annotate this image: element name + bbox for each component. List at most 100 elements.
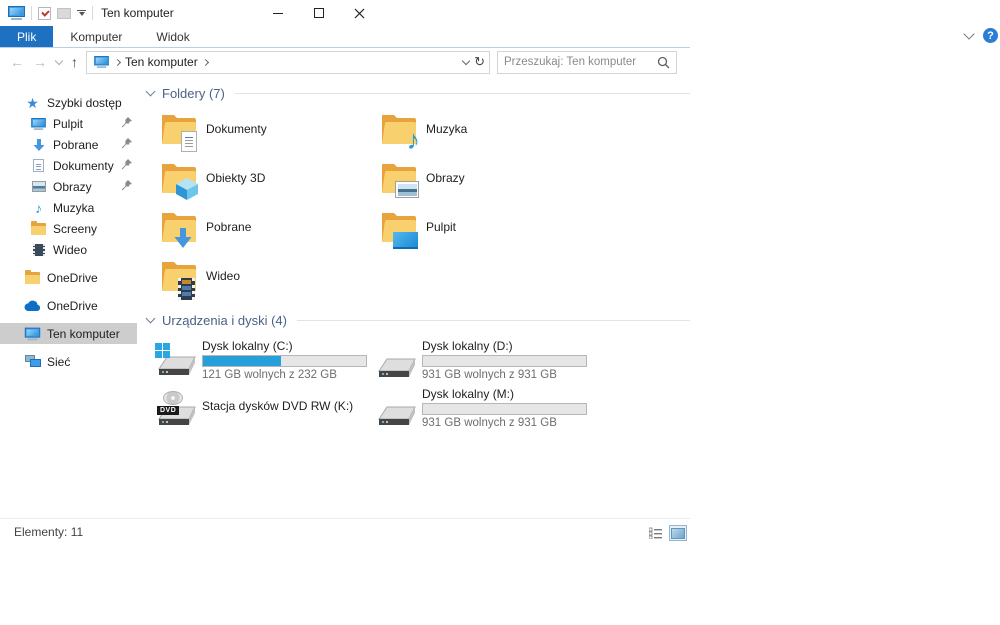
back-button[interactable]: ← [10,54,24,70]
drive-tile-m[interactable]: Dysk lokalny (M:) 931 GB wolnych z 931 G… [375,387,595,435]
navigation-pane: ★ Szybki dostęp Pulpit Pobrane Dokumenty… [0,76,137,545]
pin-icon [121,179,132,194]
picture-icon [30,181,47,192]
sidebar-item-label: Szybki dostęp [47,95,122,110]
collapse-ribbon-icon[interactable] [963,28,975,40]
monitor-overlay-icon [393,232,418,249]
sidebar-item-ten-komputer[interactable]: Ten komputer [0,323,137,344]
details-view-icon [648,527,662,539]
sidebar-item-pobrane[interactable]: Pobrane [0,134,137,155]
monitor-icon [30,117,47,131]
drive-tile-k-dvd[interactable]: DVD Stacja dysków DVD RW (K:) [155,387,375,435]
window-title: Ten komputer [101,6,174,20]
folder-tile-dokumenty[interactable]: Dokumenty [159,111,379,160]
folder-tile-pobrane[interactable]: Pobrane [159,209,379,258]
maximize-button[interactable] [298,0,339,26]
ribbon-tab-row: Plik Komputer Widok [0,26,690,48]
download-arrow-icon [30,138,47,152]
sidebar-item-label: Screeny [53,221,98,236]
film-overlay-icon [178,278,195,300]
windows-logo-icon [155,343,170,358]
recent-locations-dropdown-icon[interactable] [54,56,64,65]
chevron-down-icon[interactable] [145,86,156,97]
group-divider [234,92,690,94]
folder-tile-label: Wideo [206,269,241,283]
sidebar-item-onedrive-folder[interactable]: OneDrive [0,267,137,288]
sidebar-item-dokumenty[interactable]: Dokumenty [0,155,137,176]
search-icon[interactable] [657,56,670,69]
close-icon [354,8,365,18]
sidebar-item-wideo[interactable]: Wideo [0,239,137,260]
properties-icon[interactable] [38,6,51,20]
system-drive-icon [155,343,199,383]
tab-plik[interactable]: Plik [0,26,54,47]
address-bar[interactable]: Ten komputer ↻ [86,50,490,74]
folder-icon [30,220,47,235]
cloud-icon [24,300,41,312]
sidebar-item-screeny[interactable]: Screeny [0,218,137,239]
up-button[interactable]: ↑ [71,54,78,70]
folder-tile-label: Obiekty 3D [206,171,266,185]
drive-free-space: 931 GB wolnych z 931 GB [422,369,557,381]
breadcrumb[interactable]: Ten komputer [125,55,198,69]
folder-tile-label: Muzyka [426,122,468,136]
folder-icon [379,160,419,200]
sidebar-item-label: Pulpit [53,116,84,131]
hard-drive-icon [375,391,419,431]
dvd-drive-icon: DVD [155,391,199,431]
chevron-right-icon[interactable] [113,58,122,66]
document-icon [30,159,47,172]
drive-name: Dysk lokalny (D:) [422,339,513,353]
drive-tile-d[interactable]: Dysk lokalny (D:) 931 GB wolnych z 931 G… [375,339,595,387]
sidebar-item-pulpit[interactable]: Pulpit [0,113,137,134]
chevron-down-icon[interactable] [145,313,156,324]
tab-widok[interactable]: Widok [139,26,206,47]
capacity-bar [422,403,587,415]
sidebar-item-label: Sieć [47,354,71,369]
search-box[interactable] [497,50,677,74]
folder-icon [379,209,419,249]
title-bar: Ten komputer [0,0,690,26]
customize-toolbar-dropdown-icon[interactable] [77,9,86,17]
folder-tile-obiekty-3d[interactable]: Obiekty 3D [159,160,379,209]
maximize-icon [313,8,324,18]
search-input[interactable] [504,56,657,68]
folder-tile-wideo[interactable]: Wideo [159,258,379,307]
disc-icon [163,391,183,405]
details-view-button[interactable] [646,525,664,541]
drive-tile-c[interactable]: Dysk lokalny (C:) 121 GB wolnych z 232 G… [155,339,375,387]
minimize-button[interactable] [257,0,298,26]
address-dropdown-icon[interactable] [461,56,471,65]
sidebar-item-onedrive[interactable]: OneDrive [0,295,137,316]
folder-tile-muzyka[interactable]: ♪ Muzyka [379,111,599,160]
tab-komputer[interactable]: Komputer [53,26,139,47]
sidebar-item-obrazy[interactable]: Obrazy [0,176,137,197]
sidebar-item-muzyka[interactable]: ♪ Muzyka [0,197,137,218]
sidebar-item-label: Pobrane [53,137,99,152]
sidebar-item-label: Ten komputer [47,326,120,341]
forward-button[interactable]: → [33,54,47,70]
group-header-drives[interactable]: Urządzenia i dyski (4) [145,311,690,329]
group-header-folders[interactable]: Foldery (7) [145,84,690,102]
separator [31,6,32,20]
file-list-area: Foldery (7) Dokumenty ♪ Muzyka Obiekty 3… [145,84,690,435]
refresh-icon[interactable]: ↻ [474,54,485,70]
sidebar-item-label: OneDrive [47,270,98,285]
sidebar-item-siec[interactable]: Sieć [0,351,137,372]
large-icons-view-button[interactable] [669,525,687,541]
cube-overlay-icon [175,177,199,204]
folder-tile-obrazy[interactable]: Obrazy [379,160,599,209]
quick-access-toolbar [0,6,93,20]
sidebar-item-label: Muzyka [53,200,95,215]
sidebar-item-szybki-dostep[interactable]: ★ Szybki dostęp [0,92,137,113]
help-button[interactable]: ? [983,28,998,43]
chevron-right-icon[interactable] [201,58,209,66]
folder-tile-pulpit[interactable]: Pulpit [379,209,599,258]
new-folder-icon[interactable] [57,7,71,19]
sidebar-item-label: Wideo [53,242,88,257]
download-arrow-overlay-icon [172,227,194,252]
close-button[interactable] [339,0,380,26]
drive-free-space: 121 GB wolnych z 232 GB [202,369,337,381]
capacity-bar [422,355,587,367]
picture-overlay-icon [395,181,419,198]
